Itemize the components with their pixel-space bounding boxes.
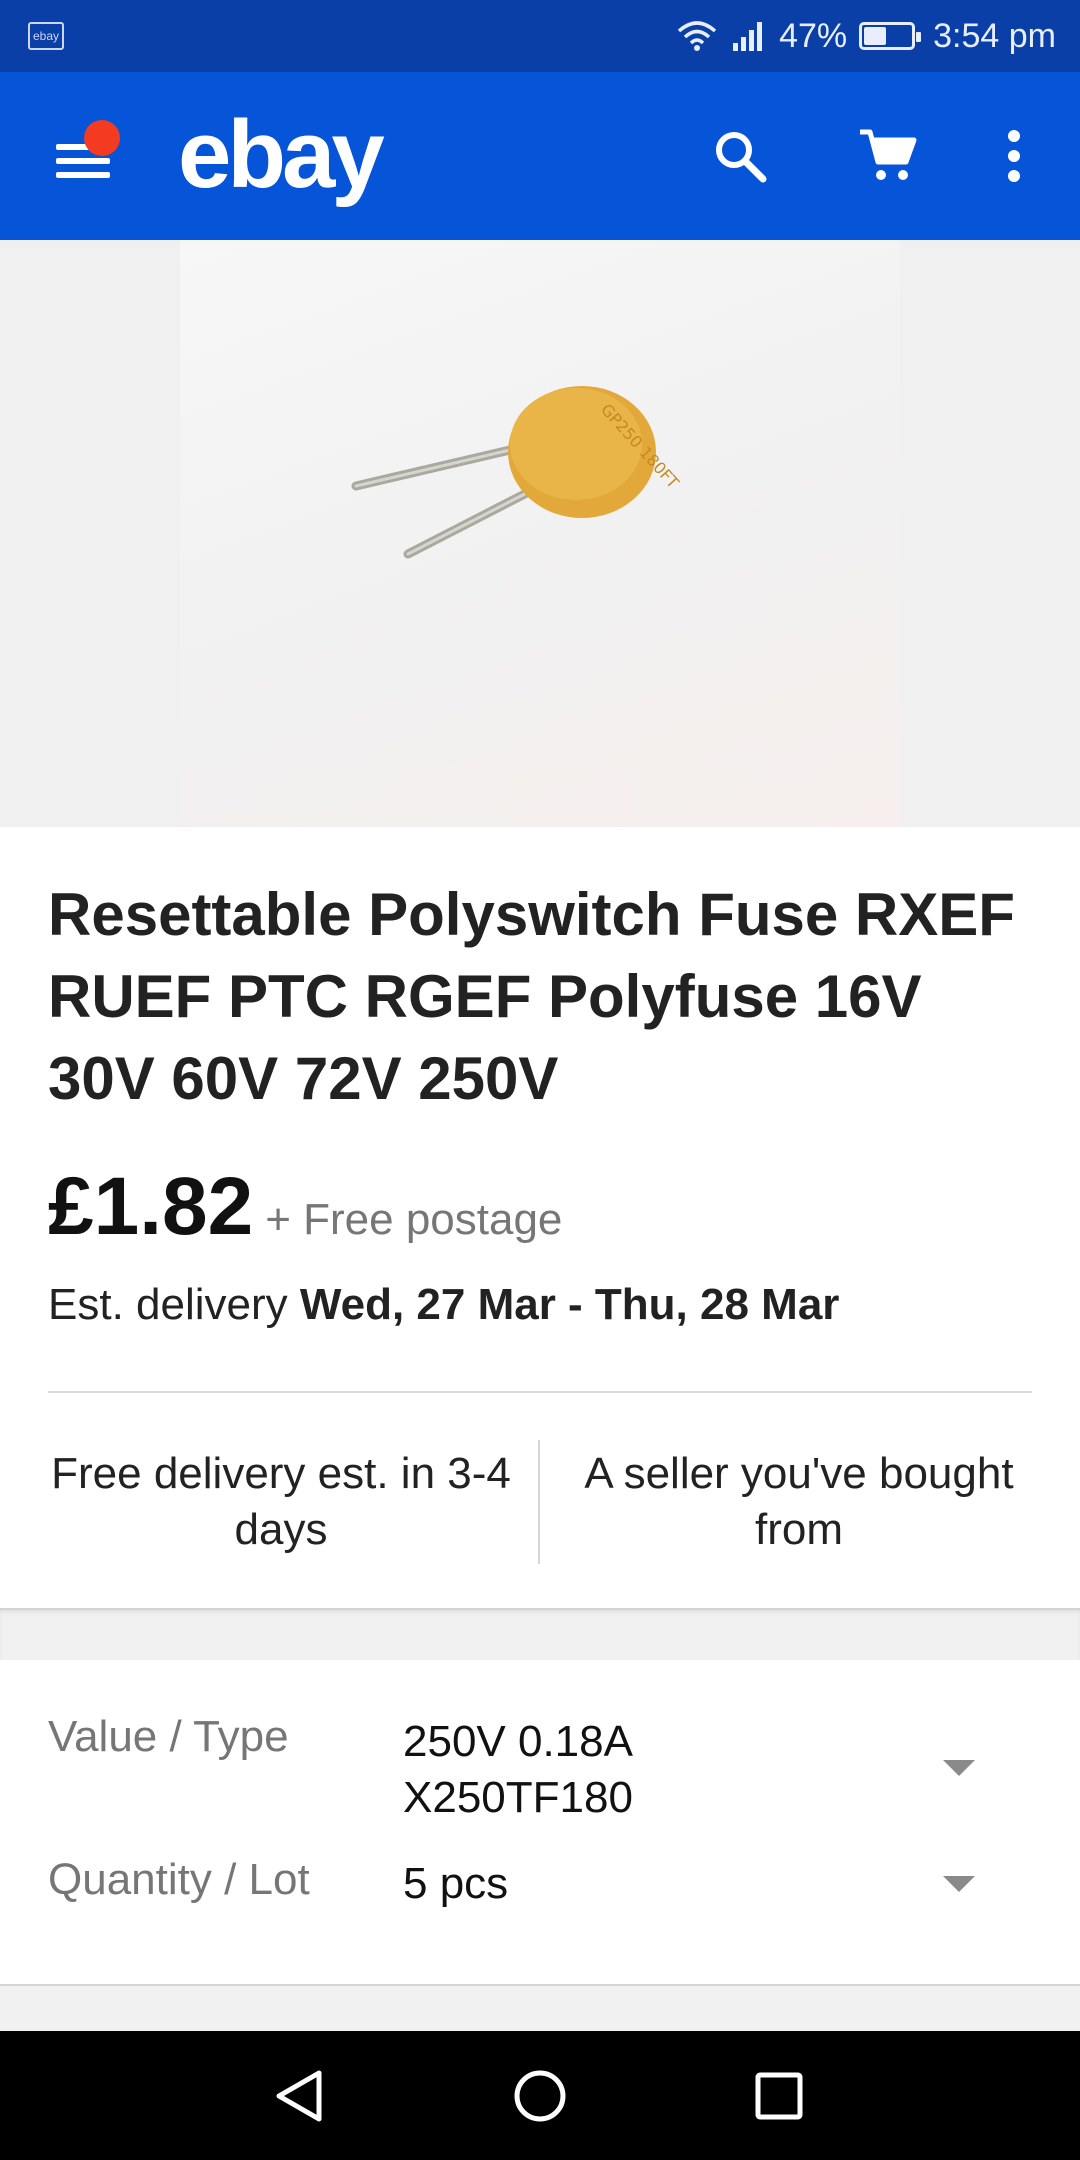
search-icon — [716, 132, 767, 183]
ebay-notification-icon: ebay — [28, 22, 64, 50]
status-bar: ebay 47% 3:54 pm — [0, 0, 1080, 72]
status-indicators: 47% 3:54 pm — [663, 17, 1056, 56]
free-delivery-feature: Free delivery est. in 3-4 days — [51, 1449, 511, 1554]
estimated-delivery: Est. delivery Wed, 27 Mar - Thu, 28 Mar — [48, 1280, 839, 1330]
option-value: 250V 0.18A X250TF180 — [403, 1717, 633, 1822]
postage: + Free postage — [265, 1195, 563, 1244]
price-row: £1.82 + Free postage — [48, 1160, 562, 1254]
ebay-notification-icon-label: ebay — [32, 29, 60, 43]
option-label: Value / Type — [48, 1712, 289, 1761]
back-icon — [276, 2070, 322, 2122]
recents-icon — [755, 2072, 803, 2120]
option-value: 5 pcs — [403, 1859, 509, 1908]
option-label: Quantity / Lot — [48, 1855, 310, 1904]
search-button[interactable] — [708, 124, 772, 188]
menu-button[interactable] — [48, 120, 120, 190]
battery-icon — [859, 22, 922, 50]
product-image: GP250 180FT — [180, 240, 900, 827]
system-navigation-bar — [0, 2031, 1080, 2160]
delivery-dates: Wed, 27 Mar - Thu, 28 Mar — [299, 1280, 840, 1329]
menu-icon-line — [56, 158, 110, 164]
home-button[interactable] — [505, 2061, 575, 2131]
price: £1.82 — [48, 1161, 254, 1252]
status-time: 3:54 pm — [933, 16, 1056, 55]
back-button[interactable] — [265, 2061, 335, 2131]
feature-separator — [538, 1440, 540, 1564]
notification-dot — [84, 120, 120, 156]
product-image-gallery[interactable]: GP250 180FT — [0, 240, 1080, 827]
home-icon — [514, 2070, 566, 2122]
battery-percent: 47% — [779, 16, 848, 55]
section-separator — [0, 1984, 1080, 2031]
signal-icon — [733, 22, 763, 51]
product-title: Resettable Polyswitch Fuse RXEF RUEF PTC… — [48, 881, 1015, 1112]
menu-icon-line — [56, 172, 110, 178]
cart-button[interactable] — [856, 124, 920, 188]
cart-icon — [860, 129, 917, 180]
section-separator — [0, 1608, 1080, 1660]
fuse-photo: GP250 180FT — [351, 386, 683, 559]
seller-feature: A seller you've bought from — [584, 1449, 1014, 1554]
more-options-button[interactable] — [982, 124, 1046, 188]
wifi-icon — [677, 21, 717, 51]
app-bar: ebay — [0, 72, 1080, 240]
battery-fill — [864, 27, 887, 45]
more-vert-icon — [1008, 130, 1020, 182]
delivery-prefix: Est. delivery — [48, 1280, 300, 1329]
dropdown-arrow-icon — [943, 1876, 975, 1892]
ebay-logo[interactable]: ebay — [178, 100, 385, 210]
dropdown-arrow-icon — [943, 1760, 975, 1776]
divider — [48, 1391, 1032, 1393]
recents-button[interactable] — [744, 2061, 814, 2131]
